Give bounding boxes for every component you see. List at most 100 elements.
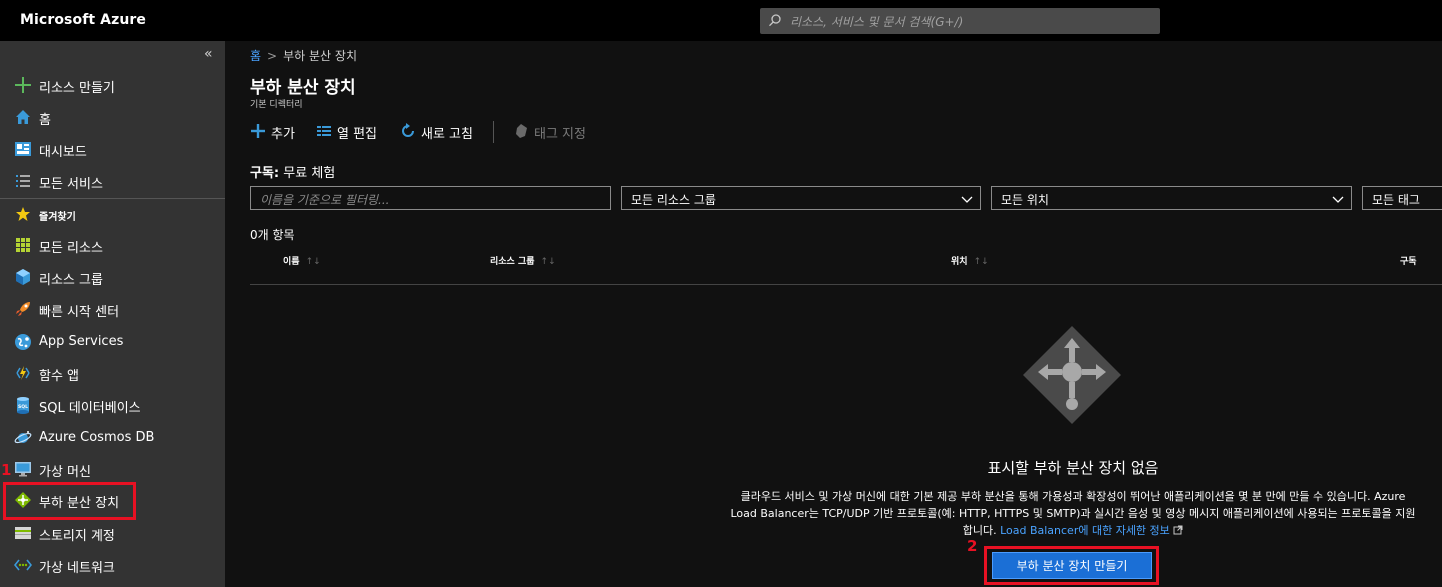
- resource-group-dropdown-value: 모든 리소스 그룹: [631, 193, 716, 207]
- plus-icon: [251, 124, 265, 138]
- assign-tags-button[interactable]: 태그 지정: [513, 121, 593, 143]
- subscription-filter: 구독: 무료 체험: [250, 162, 335, 181]
- storage-icon: [15, 527, 31, 539]
- refresh-label: 새로 고침: [421, 127, 473, 142]
- sidebar-item-label: 빠른 시작 센터: [39, 305, 120, 320]
- column-header-location[interactable]: 위치 ↑↓: [951, 254, 989, 267]
- list-icon: [16, 175, 30, 187]
- learn-more-link[interactable]: Load Balancer에 대한 자세한 정보: [1000, 524, 1170, 537]
- sidebar-item-storage-accounts[interactable]: 스토리지 계정: [0, 517, 225, 547]
- column-header-subscription[interactable]: 구독: [1400, 254, 1417, 267]
- resource-group-dropdown[interactable]: 모든 리소스 그룹: [621, 186, 981, 210]
- breadcrumb-current: 부하 분산 장치: [283, 49, 357, 63]
- sort-icon: ↑↓: [305, 257, 321, 267]
- sidebar-item-virtual-networks[interactable]: 가상 네트워크: [0, 549, 225, 579]
- page-subtitle: 기본 디렉터리: [250, 100, 303, 110]
- network-icon: [14, 559, 32, 571]
- name-filter-input[interactable]: 이름을 기준으로 필터링...: [250, 186, 611, 210]
- breadcrumb: 홈 > 부하 분산 장치: [250, 47, 357, 64]
- toolbar-divider: [493, 121, 494, 143]
- sidebar-item-home[interactable]: 홈: [0, 101, 225, 131]
- top-bar: Microsoft Azure 리소스, 서비스 및 문서 검색(G+/): [0, 0, 1442, 41]
- edit-columns-button[interactable]: 열 편집: [316, 121, 386, 143]
- column-location-label: 위치: [951, 257, 968, 267]
- breadcrumb-home-link[interactable]: 홈: [250, 49, 261, 63]
- sidebar-item-function-apps[interactable]: 함수 앱: [0, 357, 225, 387]
- sidebar-item-create-resource[interactable]: 리소스 만들기: [0, 69, 225, 99]
- column-header-name[interactable]: 이름 ↑↓: [283, 254, 321, 267]
- tags-dropdown[interactable]: 모든 태그: [1362, 186, 1442, 210]
- annotation-highlight-load-balancers: [3, 482, 136, 520]
- sidebar-item-app-services[interactable]: App Services: [0, 326, 225, 356]
- left-sidebar: « 리소스 만들기 홈 대시보드 모든 서비스 즐겨찾기 모든 리소스 리소스 …: [0, 41, 225, 587]
- sidebar-item-label: 함수 앱: [39, 369, 80, 384]
- svg-text:SQL: SQL: [18, 404, 28, 410]
- location-dropdown-value: 모든 위치: [1001, 193, 1049, 207]
- search-icon: [769, 14, 781, 27]
- add-button[interactable]: 추가: [250, 121, 300, 143]
- column-subscription-label: 구독: [1400, 257, 1417, 267]
- location-dropdown[interactable]: 모든 위치: [991, 186, 1352, 210]
- home-icon: [16, 110, 30, 124]
- planet-icon: [14, 431, 32, 444]
- page-title: 부하 분산 장치: [250, 78, 356, 98]
- sidebar-item-label: 홈: [39, 113, 51, 128]
- sidebar-item-label: Azure Cosmos DB: [39, 430, 155, 445]
- sidebar-item-label: 리소스 그룹: [39, 273, 103, 288]
- annotation-step-2: 2: [967, 537, 978, 555]
- collapse-sidebar-button[interactable]: «: [204, 46, 213, 62]
- brand-title[interactable]: Microsoft Azure: [20, 12, 146, 28]
- cube-icon: [16, 269, 30, 285]
- edit-columns-label: 열 편집: [337, 127, 378, 142]
- sidebar-item-virtual-machines[interactable]: 가상 머신: [0, 453, 225, 483]
- add-button-label: 추가: [271, 127, 295, 142]
- sidebar-item-label: 스토리지 계정: [39, 529, 115, 544]
- global-search-box[interactable]: 리소스, 서비스 및 문서 검색(G+/): [760, 8, 1160, 34]
- external-link-icon: [1173, 525, 1183, 535]
- sidebar-item-all-services[interactable]: 모든 서비스: [0, 165, 225, 195]
- column-name-label: 이름: [283, 257, 300, 267]
- star-icon: [16, 207, 30, 221]
- sidebar-item-cosmos-db[interactable]: Azure Cosmos DB: [0, 422, 225, 452]
- annotation-step-1: 1: [1, 461, 12, 479]
- sidebar-item-quickstart[interactable]: 빠른 시작 센터: [0, 293, 225, 323]
- tag-icon: [516, 124, 527, 138]
- sql-database-icon: SQL: [17, 397, 29, 414]
- sidebar-item-label: 리소스 만들기: [39, 81, 115, 96]
- sidebar-item-label: 모든 리소스: [39, 241, 103, 256]
- sidebar-favorites-header: 즐겨찾기: [0, 199, 225, 229]
- refresh-icon: [402, 123, 414, 137]
- create-load-balancer-button[interactable]: 부하 분산 장치 만들기: [992, 552, 1152, 579]
- columns-icon: [317, 126, 331, 136]
- sidebar-item-label: 대시보드: [39, 145, 87, 160]
- grid-icon: [16, 238, 30, 252]
- globe-icon: [15, 334, 31, 350]
- empty-state-title: 표시할 부하 분산 장치 없음: [987, 459, 1159, 477]
- table-header-divider: [250, 284, 1442, 285]
- favorites-label: 즐겨찾기: [39, 212, 76, 223]
- sidebar-item-label: SQL 데이터베이스: [39, 401, 141, 416]
- lightning-icon: [16, 366, 30, 380]
- column-resource-group-label: 리소스 그룹: [490, 257, 535, 267]
- sidebar-item-label: 모든 서비스: [39, 177, 103, 192]
- sidebar-item-label: 가상 머신: [39, 465, 91, 480]
- tags-dropdown-value: 모든 태그: [1372, 193, 1420, 207]
- sidebar-item-sql-databases[interactable]: SQL SQL 데이터베이스: [0, 389, 225, 419]
- subscription-value[interactable]: 무료 체험: [283, 166, 335, 181]
- breadcrumb-separator: >: [267, 49, 278, 63]
- chevron-down-icon: [961, 196, 973, 203]
- assign-tags-label: 태그 지정: [534, 127, 586, 142]
- subscription-label: 구독:: [250, 166, 280, 181]
- sort-icon: ↑↓: [540, 257, 556, 267]
- chevron-down-icon: [1332, 196, 1344, 203]
- search-input[interactable]: 리소스, 서비스 및 문서 검색(G+/): [790, 13, 963, 30]
- sidebar-item-dashboard[interactable]: 대시보드: [0, 133, 225, 163]
- main-content: 홈 > 부하 분산 장치 부하 분산 장치 기본 디렉터리 추가 열 편집 새로 고…: [225, 41, 1442, 587]
- sidebar-item-all-resources[interactable]: 모든 리소스: [0, 229, 225, 259]
- sort-icon: ↑↓: [973, 257, 989, 267]
- item-count: 0개 항목: [250, 228, 295, 242]
- refresh-button[interactable]: 새로 고침: [400, 121, 480, 143]
- empty-state-description: 클라우드 서비스 및 가상 머신에 대한 기본 제공 부하 분산을 통해 가용성…: [730, 488, 1416, 539]
- column-header-resource-group[interactable]: 리소스 그룹 ↑↓: [490, 254, 556, 267]
- sidebar-item-resource-groups[interactable]: 리소스 그룹: [0, 261, 225, 291]
